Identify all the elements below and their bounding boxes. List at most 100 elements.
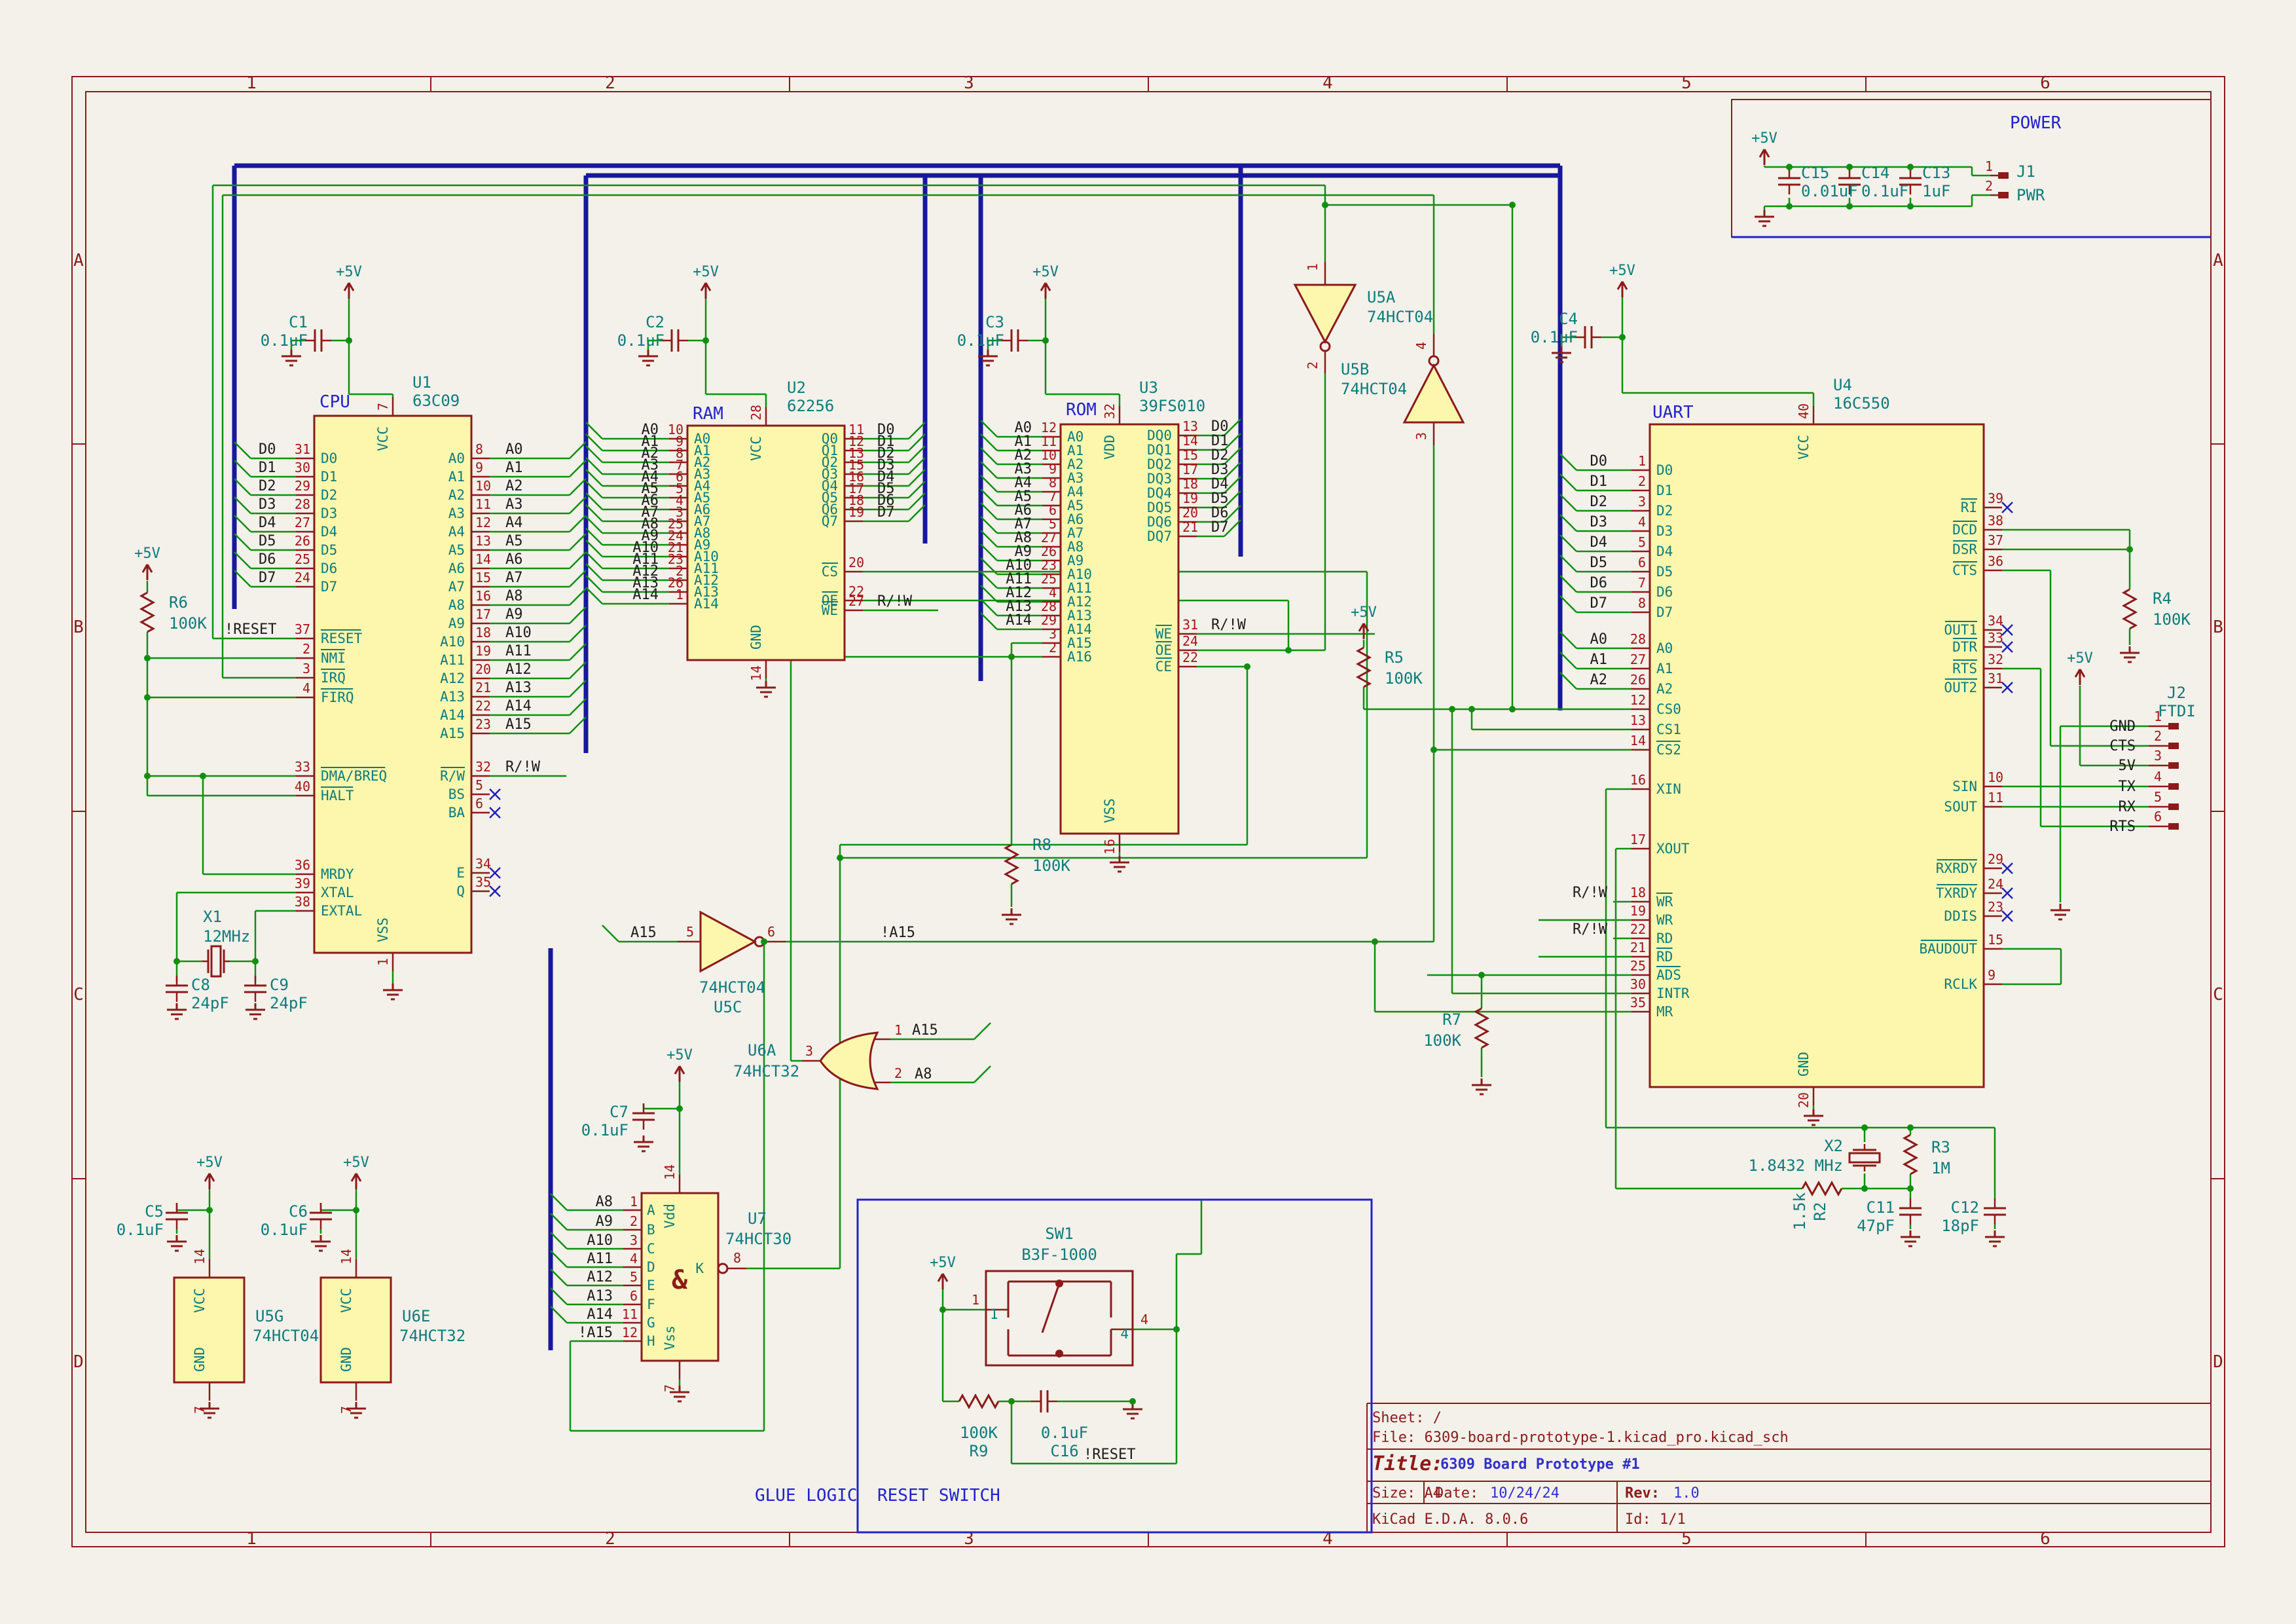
net-label: A12 — [587, 1269, 613, 1285]
gnd-symbol — [383, 984, 403, 999]
pin-name: D6 — [1656, 584, 1673, 600]
pin-name: D0 — [321, 451, 337, 466]
pin-number: 6 — [630, 1288, 638, 1304]
pin-name: B — [647, 1222, 655, 1238]
pin-number: 11 — [622, 1306, 638, 1322]
pin-name: 4 — [1120, 1326, 1129, 1342]
zone-row-right: B — [2213, 618, 2223, 637]
res-ref: R9 — [970, 1442, 989, 1460]
wire-segment — [1560, 494, 1576, 511]
wire-segment — [570, 497, 586, 513]
wire-segment — [570, 552, 586, 568]
pin-name: Vss — [662, 1325, 678, 1350]
wire-segment — [1560, 474, 1576, 490]
pin-name: A1 — [448, 469, 465, 485]
wire-segment — [1560, 576, 1576, 592]
pin-name: D5 — [321, 542, 337, 558]
pin-name: DQ4 — [1147, 485, 1172, 501]
pin-number: 31 — [1988, 671, 2003, 686]
pin-number: 15 — [475, 570, 491, 585]
pin-number: 1 — [972, 1292, 979, 1308]
pin-name: DQ1 — [1147, 442, 1172, 458]
net-label: D2 — [259, 478, 276, 494]
junction-dot — [1846, 164, 1853, 170]
no-connect-icon — [490, 868, 500, 878]
gate-ref: U7 — [748, 1209, 767, 1228]
gnd-symbol — [1002, 908, 1021, 924]
cap-ref: C11 — [1867, 1198, 1895, 1217]
pin-number: 2 — [630, 1213, 638, 1229]
pin-number: 3 — [302, 661, 310, 676]
pin-name: GND — [1796, 1052, 1812, 1077]
connector-J2: 1GND2CTS35V4TX5RX6RTSJ2FTDI — [2109, 684, 2196, 835]
pin-number: 8 — [733, 1250, 741, 1266]
pin-name: SIN — [1952, 779, 1977, 794]
cap-value: 0.1uF — [1041, 1424, 1088, 1442]
wire-segment — [981, 585, 997, 602]
junction-dot — [1509, 202, 1516, 208]
connector-ref: J2 — [2167, 684, 2186, 702]
junction-dot — [1322, 202, 1328, 208]
gate-U7: &K81AA82BA93CA104DA115EA126FA1311GA1412H… — [578, 1164, 792, 1392]
pin-number: 5 — [475, 777, 483, 793]
pin-number: 24 — [1988, 876, 2003, 892]
power-unit-U5G: 14VCC7GNDU5G74HCT04 — [174, 1249, 319, 1414]
wire — [974, 1023, 991, 1039]
pin-name: WE — [1156, 626, 1172, 642]
gnd-symbol — [2050, 904, 2070, 919]
gate-value: 74HCT32 — [733, 1062, 799, 1080]
gnd-symbol — [634, 1135, 653, 1151]
pin-number: 9 — [475, 460, 483, 475]
plus5v-label: +5V — [336, 264, 362, 280]
junction-dot — [1008, 1398, 1015, 1405]
net-label: A3 — [505, 496, 523, 513]
pin-number: 33 — [1988, 630, 2003, 646]
pin-name: TXRDY — [1936, 885, 1978, 901]
cap-ref: C7 — [610, 1103, 629, 1121]
pin-number: 35 — [475, 874, 491, 890]
no-connect-icon — [490, 789, 500, 800]
pin-name: CS2 — [1656, 742, 1681, 758]
net-label: A11 — [505, 643, 532, 659]
pin-number: 11 — [1988, 790, 2003, 805]
pin-name: CS0 — [1656, 701, 1681, 717]
net-label: A14 — [632, 587, 659, 603]
net-label: A13 — [505, 680, 532, 696]
titleblock-rev-value: 1.0 — [1673, 1485, 1700, 1502]
gate-value: 74HCT04 — [1341, 380, 1407, 398]
no-connect-icon — [2002, 502, 2013, 513]
pin-number: 24 — [295, 570, 310, 585]
pin-name: D0 — [1656, 462, 1673, 478]
wire-segment — [234, 460, 251, 477]
crystal — [1850, 1144, 1880, 1172]
res-ref: R7 — [1442, 1010, 1461, 1029]
pin-name: VSS — [1102, 798, 1118, 823]
pin-number: 1 — [375, 958, 391, 966]
junction-dot — [1468, 706, 1475, 712]
pin-name: D2 — [1656, 503, 1673, 519]
pin-number: 1 — [1985, 158, 1993, 174]
pin-number: 5 — [1638, 534, 1646, 550]
pin-number: 36 — [295, 857, 310, 873]
pin-number: 12 — [475, 515, 491, 530]
pin-name: OUT1 — [1944, 622, 1977, 638]
wire-segment — [551, 1288, 567, 1304]
pin-name: CS — [822, 564, 838, 580]
pin-number: 1 — [1305, 263, 1321, 271]
pin-name: EXTAL — [321, 903, 362, 919]
junction-dot — [1861, 1185, 1868, 1192]
wire-segment — [234, 552, 251, 568]
wire-segment — [551, 1194, 567, 1210]
net-label: !A15 — [578, 1325, 613, 1341]
net-label: A15 — [912, 1022, 938, 1039]
zone-col-bottom: 5 — [1681, 1529, 1692, 1549]
titleblock-tool: KiCad E.D.A. 8.0.6 — [1372, 1511, 1528, 1528]
plus5v-symbol: +5V — [930, 1255, 956, 1289]
res-value: 100K — [1423, 1031, 1461, 1050]
net-label: A12 — [505, 661, 532, 678]
pin-number: 15 — [1988, 932, 2003, 948]
gnd-symbol — [246, 1003, 265, 1019]
pin-name: F — [647, 1297, 655, 1312]
plus5v-symbol: +5V — [1751, 130, 1777, 165]
cap-ref: C8 — [191, 976, 210, 994]
